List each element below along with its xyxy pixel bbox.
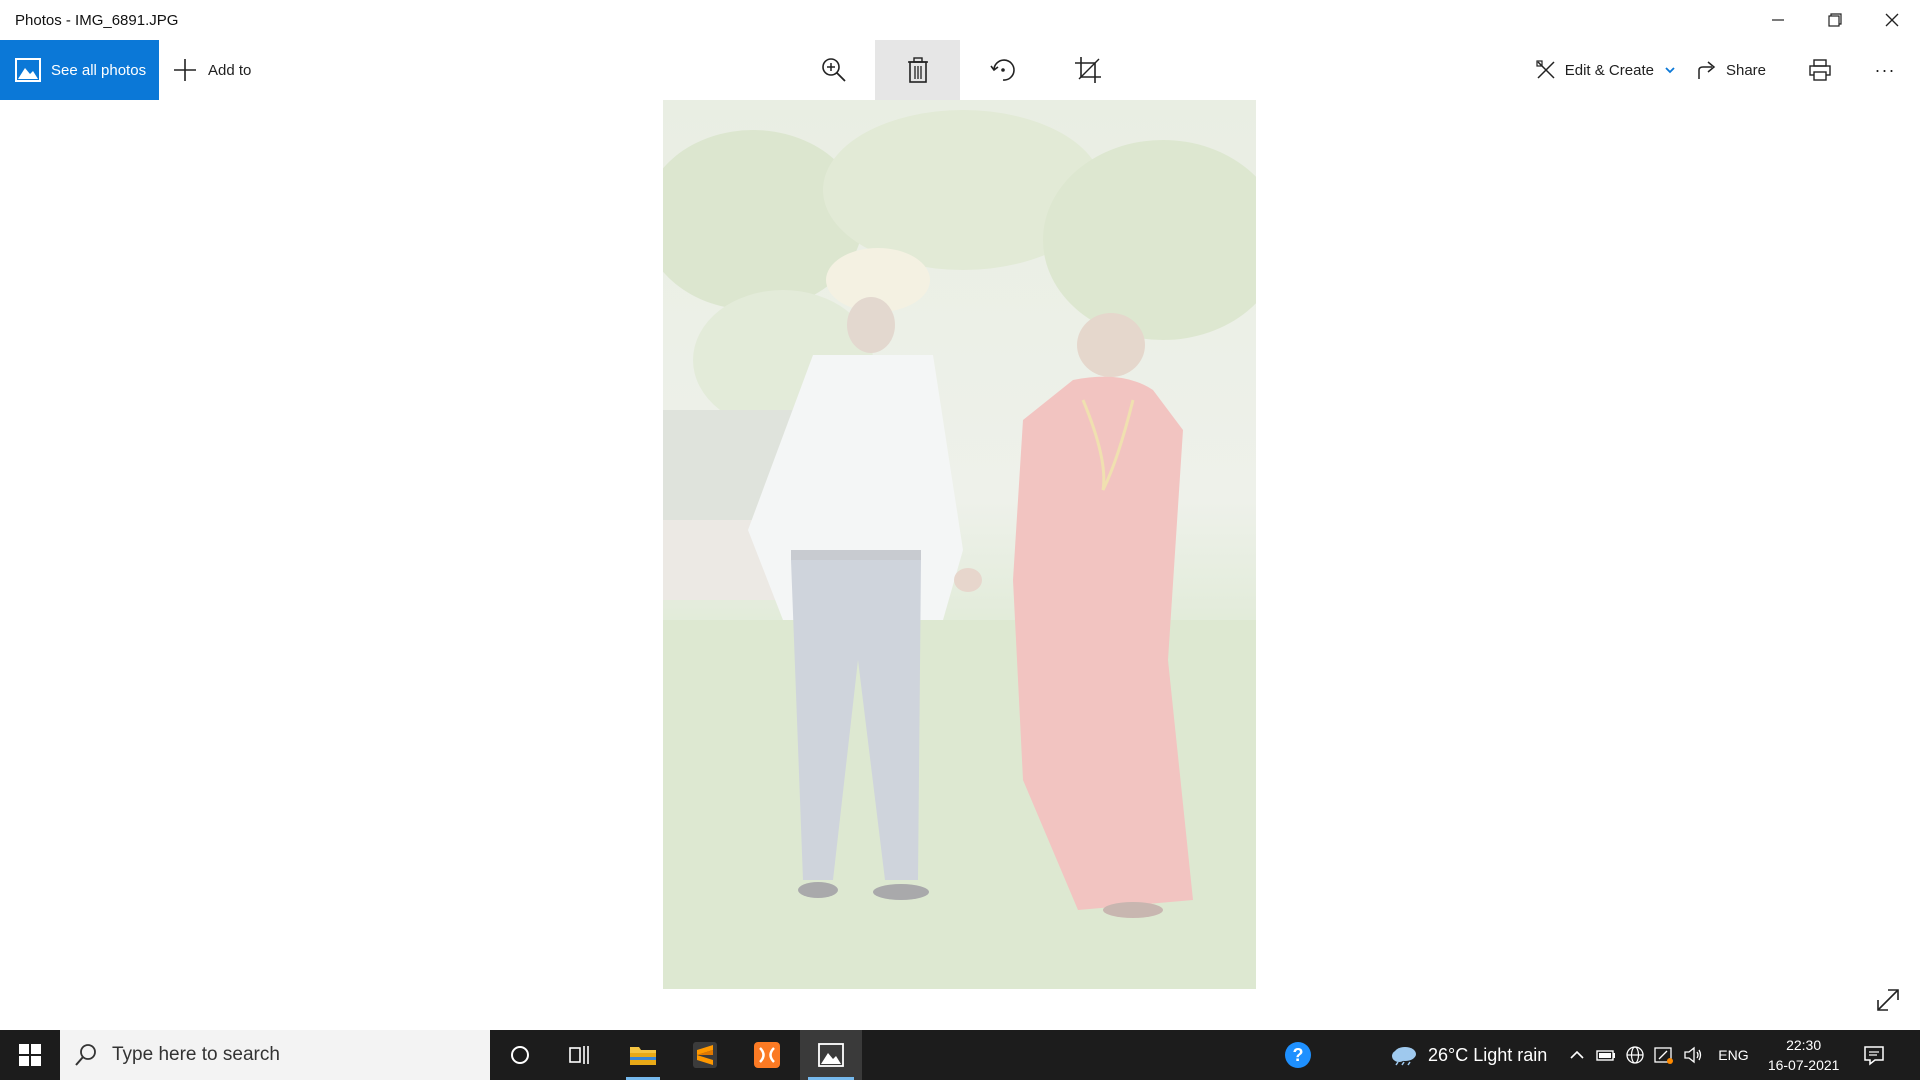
minimize-button[interactable] (1749, 0, 1806, 40)
edit-create-button[interactable]: Edit & Create (1535, 40, 1676, 100)
window-title: Photos - IMG_6891.JPG (15, 11, 179, 29)
edit-create-label: Edit & Create (1564, 61, 1654, 79)
plus-icon (174, 59, 196, 81)
crop-button[interactable] (1045, 40, 1130, 100)
more-options-button[interactable]: ··· (1870, 40, 1900, 100)
see-all-photos-label: See all photos (51, 61, 147, 79)
network-button[interactable] (1623, 1030, 1647, 1080)
battery-icon (1596, 1050, 1616, 1061)
close-icon (1885, 13, 1898, 27)
folder-icon (630, 1047, 656, 1065)
crop-icon (1074, 57, 1101, 83)
windows-logo-icon (19, 1044, 41, 1066)
taskbar-app-file-explorer[interactable] (618, 1030, 668, 1080)
zoom-button[interactable] (790, 40, 875, 100)
xampp-icon (754, 1042, 780, 1068)
help-button[interactable]: ? (1275, 1030, 1320, 1080)
see-all-photos-button[interactable]: See all photos (0, 40, 159, 100)
photo-viewer-image[interactable] (663, 100, 1256, 989)
add-to-button[interactable]: Add to (172, 40, 251, 100)
close-button[interactable] (1863, 0, 1920, 40)
cloud-rain-icon[interactable] (1390, 1044, 1418, 1066)
printer-icon (1809, 59, 1831, 81)
system-tray: 26°C Light rain ENG 22:30 16-07-2021 (1390, 1030, 1899, 1080)
clock-time: 22:30 (1786, 1037, 1822, 1053)
task-view-icon (569, 1046, 589, 1064)
app-toolbar: See all photos Add to Edit & Create Shar… (0, 40, 1920, 100)
notification-icon (1863, 1046, 1884, 1066)
weather-label[interactable]: 26°C Light rain (1428, 1045, 1547, 1066)
globe-icon (1626, 1046, 1644, 1064)
minimize-icon (1771, 19, 1784, 21)
pen-workspace-icon (1654, 1047, 1674, 1064)
edit-create-icon (1536, 60, 1555, 79)
search-placeholder: Type here to search (112, 1044, 280, 1065)
speaker-icon (1684, 1046, 1702, 1064)
cortana-button[interactable] (495, 1030, 545, 1080)
zoom-in-icon (821, 58, 846, 82)
delete-button[interactable] (875, 40, 960, 100)
print-button[interactable] (1808, 40, 1832, 100)
taskbar-search-box[interactable]: Type here to search (60, 1030, 490, 1080)
svg-text:?: ? (1292, 1045, 1303, 1065)
rotate-icon (989, 59, 1015, 81)
add-to-label: Add to (208, 61, 252, 79)
help-icon: ? (1284, 1042, 1311, 1068)
photo-couple-image (663, 100, 1256, 989)
photos-icon (15, 58, 41, 82)
fullscreen-icon[interactable] (1874, 986, 1902, 1014)
center-tools (790, 40, 1130, 100)
sublime-text-icon (693, 1042, 717, 1068)
share-icon (1698, 61, 1716, 79)
input-language[interactable]: ENG (1718, 1047, 1748, 1063)
rotate-button[interactable] (960, 40, 1045, 100)
chevron-up-icon (1570, 1050, 1584, 1059)
chevron-down-icon (1665, 67, 1675, 74)
restore-icon (1827, 13, 1842, 27)
clock[interactable]: 22:30 16-07-2021 (1759, 1035, 1849, 1075)
cortana-circle-icon (511, 1046, 529, 1064)
title-bar: Photos - IMG_6891.JPG (0, 0, 1920, 40)
share-label: Share (1725, 61, 1766, 79)
volume-button[interactable] (1681, 1030, 1705, 1080)
action-center-button[interactable] (1849, 1030, 1899, 1080)
restore-button[interactable] (1806, 0, 1863, 40)
window-controls (1749, 0, 1920, 40)
share-button[interactable]: Share (1696, 40, 1766, 100)
battery-button[interactable] (1594, 1030, 1618, 1080)
taskbar-app-sublime-text[interactable] (680, 1030, 730, 1080)
taskbar: Type here to search ? 26°C Light rain EN… (0, 1030, 1920, 1080)
photos-app-icon (818, 1043, 844, 1067)
taskbar-app-xampp[interactable] (742, 1030, 792, 1080)
show-hidden-icons-button[interactable] (1565, 1030, 1589, 1080)
search-icon (75, 1044, 96, 1066)
pen-workspace-button[interactable] (1652, 1030, 1676, 1080)
taskbar-app-photos[interactable] (800, 1030, 862, 1080)
start-button[interactable] (0, 1030, 60, 1080)
more-options-label: ··· (1874, 59, 1896, 80)
trash-icon (907, 57, 928, 83)
clock-date: 16-07-2021 (1767, 1057, 1840, 1073)
task-view-button[interactable] (555, 1030, 605, 1080)
right-tools: Edit & Create Share ··· (1535, 40, 1920, 100)
